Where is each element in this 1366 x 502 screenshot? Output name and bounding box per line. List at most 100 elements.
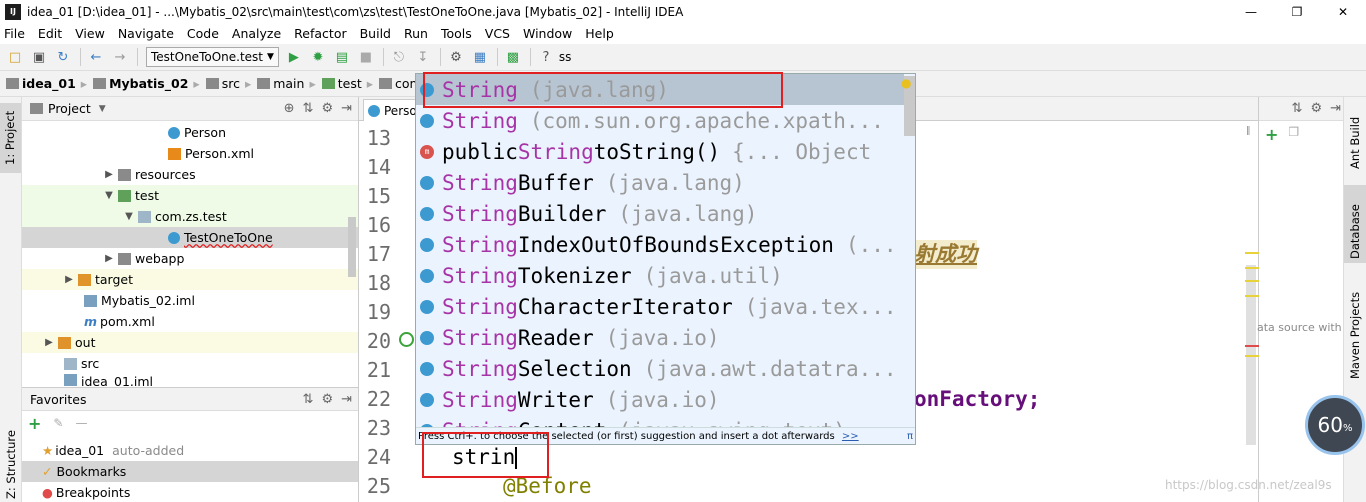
breadcrumb-item[interactable]: Mybatis_02 ▸: [93, 76, 200, 91]
favorites-item[interactable]: ★ idea_01 auto-added: [42, 440, 184, 461]
sdk-icon[interactable]: ▩: [502, 46, 524, 68]
menu-edit[interactable]: Edit: [38, 26, 62, 41]
gear-icon[interactable]: ⚙: [321, 392, 333, 407]
hide-icon[interactable]: ⇥: [341, 101, 352, 116]
tree-item-target[interactable]: ▶ target: [62, 269, 133, 290]
menu-tools[interactable]: Tools: [441, 26, 472, 41]
menu-navigate[interactable]: Navigate: [118, 26, 174, 41]
project-tool-tab[interactable]: 1: Project: [0, 103, 21, 173]
copy-icon[interactable]: ❐: [1288, 125, 1299, 144]
class-icon: [420, 361, 434, 376]
ant-build-tab[interactable]: Ant Build: [1348, 117, 1362, 169]
debug-icon[interactable]: ✹: [307, 46, 329, 68]
completion-item[interactable]: String Selection (java.awt.datatra...: [416, 353, 904, 384]
menu-window[interactable]: Window: [523, 26, 572, 41]
remove-icon[interactable]: —: [75, 416, 87, 430]
collapse-icon[interactable]: ⇅: [303, 101, 314, 116]
minimize-icon[interactable]: —: [1228, 0, 1274, 23]
project-scrollbar[interactable]: [348, 217, 356, 277]
hint-more-link[interactable]: >>: [842, 431, 859, 442]
add-icon[interactable]: +: [1265, 125, 1278, 144]
breadcrumb-item[interactable]: src ▸: [205, 76, 251, 91]
completion-item[interactable]: String Writer (java.io): [416, 384, 904, 415]
run-icon[interactable]: ▶: [283, 46, 305, 68]
locate-icon[interactable]: ⊕: [284, 101, 295, 116]
menu-file[interactable]: File: [4, 26, 25, 41]
edit-icon[interactable]: ✎: [53, 416, 63, 430]
tree-item-package[interactable]: ▼ com.zs.test: [122, 206, 227, 227]
tree-item-out[interactable]: ▶ out: [42, 332, 95, 353]
chevron-right-icon[interactable]: ▶: [102, 253, 116, 264]
close-icon[interactable]: ✕: [1320, 0, 1366, 23]
gear-icon[interactable]: ⚙: [1310, 101, 1322, 116]
chevron-down-icon[interactable]: ▼: [122, 211, 136, 222]
build-icon[interactable]: ⎋: [388, 46, 410, 68]
completion-item[interactable]: String Buffer (java.lang): [416, 167, 904, 198]
breadcrumb-item[interactable]: test ▸: [321, 76, 373, 91]
menu-help[interactable]: Help: [585, 26, 614, 41]
completion-item[interactable]: String Builder (java.lang): [416, 198, 904, 229]
tree-item-idea-iml[interactable]: idea_01.iml: [64, 374, 153, 387]
editor-tab[interactable]: Perso: [363, 99, 422, 121]
forward-icon[interactable]: →: [109, 46, 131, 68]
structure-tool-tab[interactable]: Z: Structure: [4, 430, 18, 499]
database-tab[interactable]: Database: [1344, 185, 1366, 263]
lightbulb-icon[interactable]: ●: [901, 76, 911, 90]
completion-item[interactable]: String IndexOutOfBoundsException (...: [416, 229, 904, 260]
tree-item-testonetoone[interactable]: TestOneToOne: [168, 227, 273, 248]
chevron-right-icon[interactable]: ▶: [102, 169, 116, 180]
menu-vcs[interactable]: VCS: [485, 26, 510, 41]
save-icon[interactable]: ▣: [28, 46, 50, 68]
sync-icon[interactable]: ↻: [52, 46, 74, 68]
collapse-icon[interactable]: ⇅: [1292, 101, 1303, 116]
coverage-icon[interactable]: ▤: [331, 46, 353, 68]
completion-item[interactable]: String Reader (java.io): [416, 322, 904, 353]
collapse-icon[interactable]: ⇅: [303, 392, 314, 407]
menu-refactor[interactable]: Refactor: [294, 26, 346, 41]
tree-item-person-xml[interactable]: Person.xml: [168, 143, 254, 164]
tree-item-pom[interactable]: m pom.xml: [84, 311, 155, 332]
chevron-down-icon[interactable]: ▼: [102, 190, 116, 201]
tree-item-test[interactable]: ▼ test: [102, 185, 159, 206]
tree-item-src[interactable]: src: [64, 353, 99, 374]
tree-item-resources[interactable]: ▶ resources: [102, 164, 195, 185]
chevron-right-icon[interactable]: ▶: [42, 337, 56, 348]
completion-item[interactable]: String Tokenizer (java.util): [416, 260, 904, 291]
completion-item[interactable]: m public String toString() {... Object: [416, 136, 904, 167]
back-icon[interactable]: ←: [85, 46, 107, 68]
add-icon[interactable]: +: [28, 414, 41, 433]
restore-icon[interactable]: ❐: [1274, 0, 1320, 23]
tree-item-mybatis-iml[interactable]: Mybatis_02.iml: [84, 290, 195, 311]
favorites-item[interactable]: ● Breakpoints: [42, 482, 130, 502]
project-structure-icon[interactable]: ▦: [469, 46, 491, 68]
menu-view[interactable]: View: [75, 26, 105, 41]
breadcrumb-item[interactable]: main ▸: [257, 76, 316, 91]
project-panel-title[interactable]: Project: [48, 101, 91, 116]
menu-code[interactable]: Code: [187, 26, 219, 41]
search-text[interactable]: ss: [559, 50, 572, 64]
settings-icon[interactable]: ⚙: [445, 46, 467, 68]
menu-analyze[interactable]: Analyze: [232, 26, 281, 41]
maven-projects-tab[interactable]: Maven Projects: [1348, 292, 1362, 379]
favorites-item[interactable]: ✓ Bookmarks: [42, 461, 126, 482]
interface-icon: [420, 299, 434, 314]
chevron-down-icon[interactable]: ▼: [99, 104, 106, 114]
deploy-icon[interactable]: ↧: [412, 46, 434, 68]
open-icon[interactable]: □: [4, 46, 26, 68]
run-config-select[interactable]: TestOneToOne.test ▼: [146, 47, 279, 67]
gear-icon[interactable]: ⚙: [321, 101, 333, 116]
hide-icon[interactable]: ⇥: [341, 392, 352, 407]
menu-run[interactable]: Run: [404, 26, 428, 41]
stop-icon[interactable]: ■: [355, 46, 377, 68]
tree-item-webapp[interactable]: ▶ webapp: [102, 248, 184, 269]
menu-build[interactable]: Build: [360, 26, 391, 41]
tree-item-person[interactable]: Person: [168, 122, 226, 143]
chevron-right-icon[interactable]: ▶: [62, 274, 76, 285]
breadcrumb-item[interactable]: idea_01 ▸: [6, 76, 87, 91]
completion-item[interactable]: String CharacterIterator (java.tex...: [416, 291, 904, 322]
hide-icon[interactable]: ⇥: [1330, 101, 1341, 116]
pi-icon[interactable]: π: [907, 428, 913, 444]
help-icon[interactable]: ?: [535, 46, 557, 68]
completion-item[interactable]: String (com.sun.org.apache.xpath...: [416, 105, 904, 136]
run-test-icon[interactable]: [399, 332, 414, 347]
